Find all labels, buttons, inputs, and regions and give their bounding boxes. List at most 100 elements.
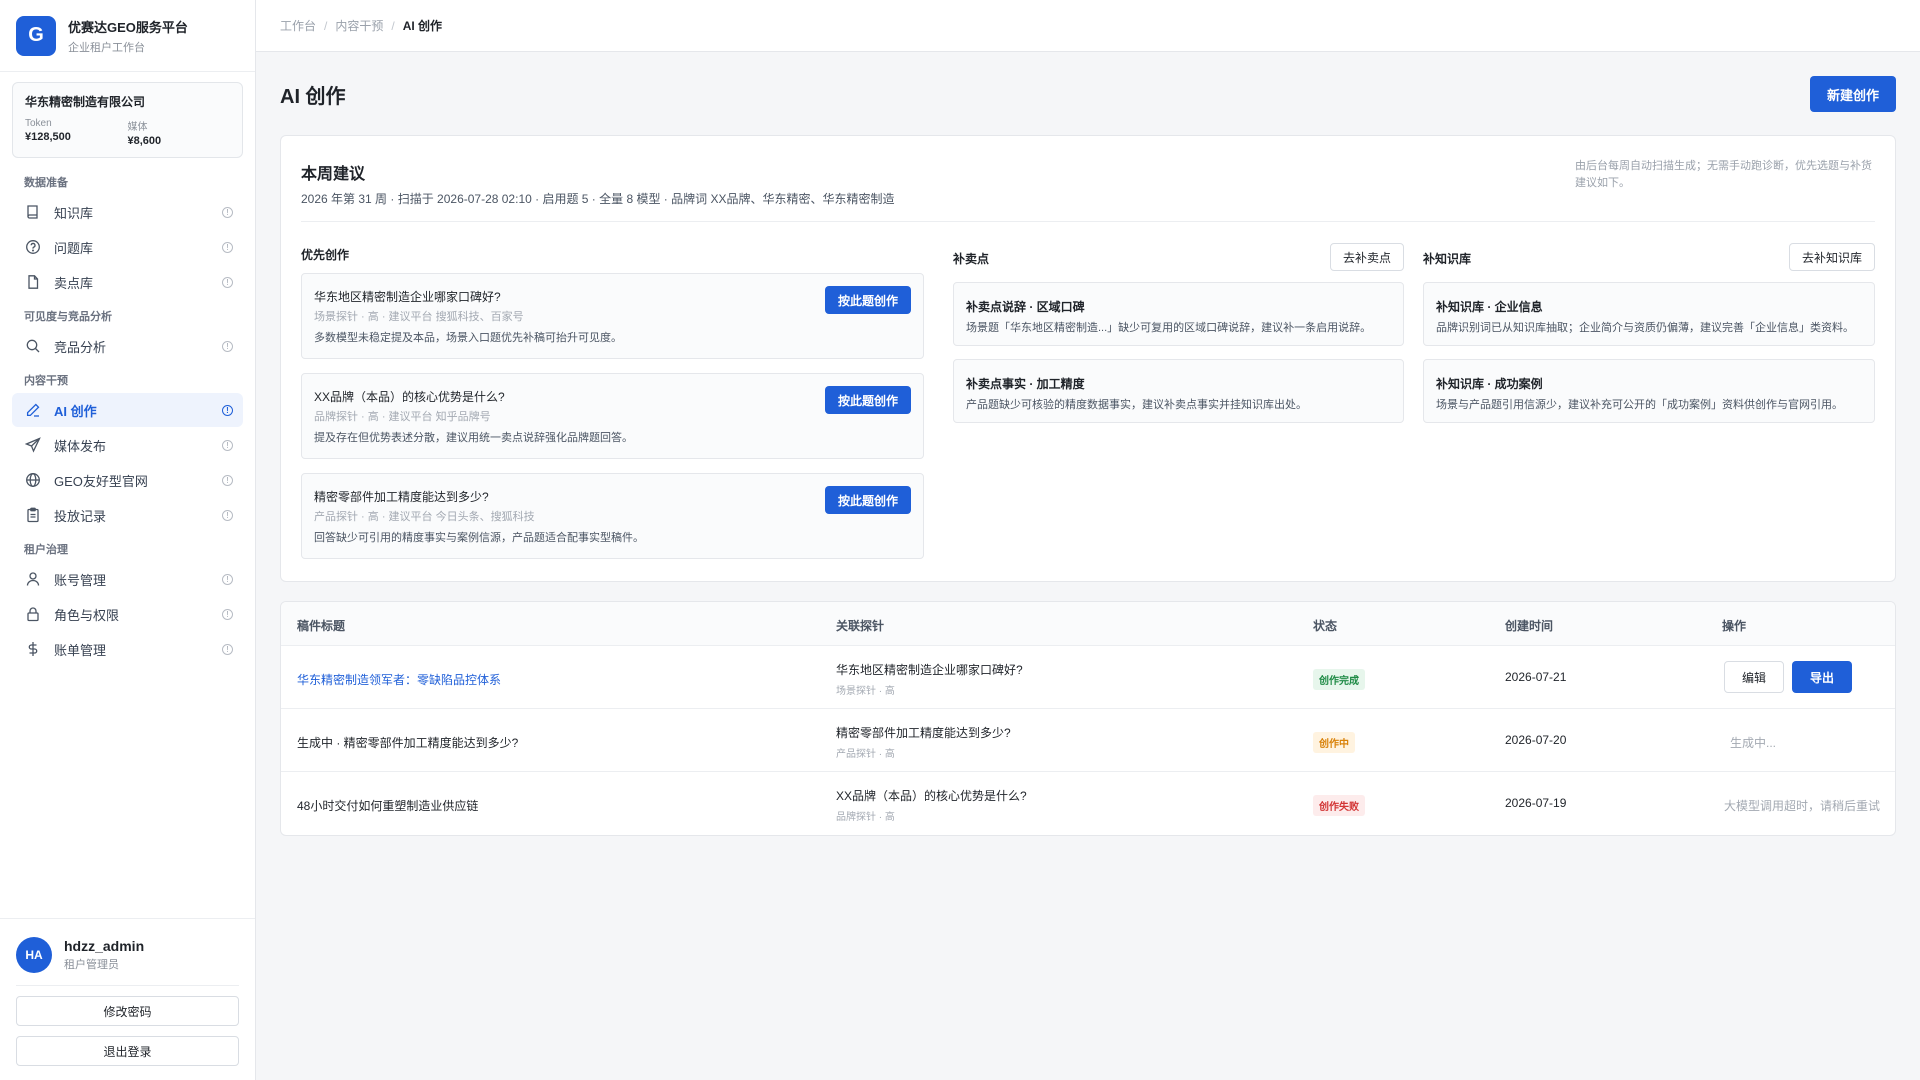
- card-title: 精密零部件加工精度能达到多少?: [314, 490, 489, 504]
- card-description: 场景与产品题引用信源少，建议补充可公开的「成功案例」资料供创作与官网引用。: [1436, 399, 1843, 411]
- priority-card: 精密零部件加工精度能达到多少? 产品探针 · 高 · 建议平台 今日头条、搜狐科…: [301, 473, 924, 559]
- sidebar-item-label: 角色与权限: [54, 607, 120, 623]
- probe-question: 精密零部件加工精度能达到多少?: [836, 726, 1011, 740]
- sidebar-item-knowledge[interactable]: 知识库 !: [12, 195, 243, 229]
- info-icon: !: [222, 241, 233, 253]
- sidebar-item-billing[interactable]: 账单管理 !: [12, 632, 243, 666]
- create-from-topic-button[interactable]: 按此题创作: [825, 386, 911, 414]
- probe-question: XX品牌（本品）的核心优势是什么?: [836, 789, 1027, 803]
- question-circle-icon: [24, 238, 42, 256]
- probe-meta: 场景探针 · 高: [836, 686, 895, 697]
- book-icon: [24, 203, 42, 221]
- selling-card: 补卖点事实 · 加工精度 产品题缺少可核验的精度数据事实，建议补卖点事实并挂知识…: [953, 359, 1404, 423]
- page-title: AI 创作: [280, 86, 346, 108]
- pen-icon: [24, 401, 42, 419]
- nav-group-title: 内容干预: [24, 375, 68, 387]
- brand-subtitle: 企业租户工作台: [68, 41, 145, 54]
- search-icon: [24, 337, 42, 355]
- globe-icon: [24, 471, 42, 489]
- breadcrumb-workbench[interactable]: 工作台: [280, 17, 316, 34]
- manuscript-title-link[interactable]: 华东精密制造领军者：零缺陷品控体系: [297, 671, 501, 688]
- brand-logo: G: [16, 15, 56, 56]
- sidebar-nav: 数据准备 知识库 ! 问题库 ! 卖点库 ! 可见度与竞品分析 竞品分析 ! 内…: [0, 166, 255, 666]
- add-knowledge-button[interactable]: 去补知识库: [1789, 243, 1875, 271]
- sidebar-item-geo-website[interactable]: GEO友好型官网 !: [12, 463, 243, 497]
- priority-card: XX品牌（本品）的核心优势是什么? 品牌探针 · 高 · 建议平台 知乎品牌号 …: [301, 373, 924, 459]
- card-title: XX品牌（本品）的核心优势是什么?: [314, 390, 505, 404]
- breadcrumb-content-intervention[interactable]: 内容干预: [335, 17, 383, 34]
- change-password-button[interactable]: 修改密码: [16, 996, 239, 1026]
- new-creation-button[interactable]: 新建创作: [1810, 76, 1896, 112]
- lock-icon: [24, 605, 42, 623]
- knowledge-column-title: 补知识库: [1423, 252, 1472, 266]
- edit-button[interactable]: 编辑: [1724, 661, 1784, 693]
- export-button[interactable]: 导出: [1792, 661, 1852, 693]
- nav-group-title: 数据准备: [24, 177, 68, 189]
- logout-button[interactable]: 退出登录: [16, 1036, 239, 1066]
- tenant-card: 华东精密制造有限公司 Token ¥128,500 媒体 ¥8,600: [12, 82, 243, 158]
- create-from-topic-button[interactable]: 按此题创作: [825, 486, 911, 514]
- status-badge: 创作失败: [1313, 795, 1365, 816]
- probe-meta: 品牌探针 · 高: [836, 812, 895, 823]
- avatar: HA: [16, 937, 52, 973]
- file-icon: [24, 273, 42, 291]
- card-description: 场景题「华东地区精密制造...」缺少可复用的区域口碑说辞，建议补一条启用说辞。: [966, 322, 1372, 334]
- create-from-topic-button[interactable]: 按此题创作: [825, 286, 911, 314]
- stat-label: 媒体: [127, 122, 148, 133]
- selling-card: 补卖点说辞 · 区域口碑 场景题「华东地区精密制造...」缺少可复用的区域口碑说…: [953, 282, 1404, 346]
- sidebar-item-competitor-analysis[interactable]: 竞品分析 !: [12, 329, 243, 363]
- sidebar-item-media-publish[interactable]: 媒体发布 !: [12, 428, 243, 462]
- priority-card: 华东地区精密制造企业哪家口碑好? 场景探针 · 高 · 建议平台 搜狐科技、百家…: [301, 273, 924, 359]
- info-icon: !: [222, 573, 233, 585]
- generating-text: 生成中...: [1730, 736, 1777, 750]
- user-role: 租户管理员: [64, 959, 119, 971]
- info-icon: !: [222, 509, 233, 521]
- dollar-icon: [24, 640, 42, 658]
- suggestions-note: 由后台每周自动扫描生成；无需手动跑诊断，优先选题与补货建议如下。: [1575, 160, 1872, 189]
- manuscripts-table: 稿件标题 关联探针 状态 创建时间 操作 华东精密制造领军者：零缺陷品控体系 华…: [280, 601, 1896, 836]
- sidebar-item-label: AI 创作: [54, 403, 97, 419]
- info-icon: !: [222, 404, 233, 416]
- probe-meta: 产品探针 · 高: [836, 749, 895, 760]
- sidebar-item-label: 卖点库: [54, 275, 94, 291]
- nav-group-title: 可见度与竞品分析: [24, 311, 112, 323]
- token-stat: Token ¥128,500: [25, 118, 128, 147]
- card-description: 回答缺少可引用的精度事实与案例信源，产品题适合配事实型稿件。: [314, 532, 644, 544]
- sidebar-item-ai-creation[interactable]: AI 创作 !: [12, 393, 243, 427]
- info-icon: !: [222, 608, 233, 620]
- card-title: 华东地区精密制造企业哪家口碑好?: [314, 290, 501, 304]
- column-header: 状态: [1313, 619, 1338, 633]
- card-description: 提及存在但优势表述分散，建议用统一卖点说辞强化品牌题回答。: [314, 432, 633, 444]
- manuscript-title: 生成中 · 精密零部件加工精度能达到多少?: [297, 736, 519, 750]
- sidebar-item-accounts[interactable]: 账号管理 !: [12, 562, 243, 596]
- stat-value: ¥128,500: [25, 131, 71, 143]
- user-icon: [24, 570, 42, 588]
- nav-group-title: 租户治理: [24, 544, 68, 556]
- breadcrumb-current: AI 创作: [402, 19, 443, 33]
- column-header: 关联探针: [836, 619, 885, 633]
- tenant-name: 华东精密制造有限公司: [25, 95, 146, 109]
- sidebar-item-selling-points[interactable]: 卖点库 !: [12, 265, 243, 299]
- sidebar-item-label: 投放记录: [54, 508, 107, 524]
- created-date: 2026-07-21: [1505, 670, 1567, 684]
- sidebar-item-questions[interactable]: 问题库 !: [12, 230, 243, 264]
- brand-header: G 优赛达GEO服务平台 企业租户工作台: [0, 0, 255, 72]
- sidebar-item-roles[interactable]: 角色与权限 !: [12, 597, 243, 631]
- stat-label: Token: [25, 118, 52, 129]
- sidebar-item-label: 媒体发布: [54, 438, 107, 454]
- sidebar-item-placement-records[interactable]: 投放记录 !: [12, 498, 243, 532]
- priority-column-title: 优先创作: [301, 248, 350, 262]
- card-title: 补卖点说辞 · 区域口碑: [966, 300, 1085, 314]
- card-title: 补知识库 · 企业信息: [1436, 300, 1543, 314]
- status-badge: 创作完成: [1313, 669, 1365, 690]
- manuscript-title: 48小时交付如何重塑制造业供应链: [297, 799, 479, 813]
- add-selling-points-button[interactable]: 去补卖点: [1330, 243, 1404, 271]
- weekly-suggestions-panel: 本周建议 2026 年第 31 周 · 扫描于 2026-07-28 02:10…: [280, 135, 1896, 582]
- media-stat: 媒体 ¥8,600: [128, 118, 231, 147]
- card-tags: 产品探针 · 高 · 建议平台 今日头条、搜狐科技: [314, 511, 535, 523]
- selling-column-title: 补卖点: [953, 252, 990, 266]
- info-icon: !: [222, 474, 233, 486]
- suggestions-meta: 2026 年第 31 周 · 扫描于 2026-07-28 02:10 · 启用…: [301, 192, 895, 206]
- card-description: 产品题缺少可核验的精度数据事实，建议补卖点事实并挂知识库出处。: [966, 399, 1307, 411]
- sidebar: G 优赛达GEO服务平台 企业租户工作台 华东精密制造有限公司 Token ¥1…: [0, 0, 256, 1080]
